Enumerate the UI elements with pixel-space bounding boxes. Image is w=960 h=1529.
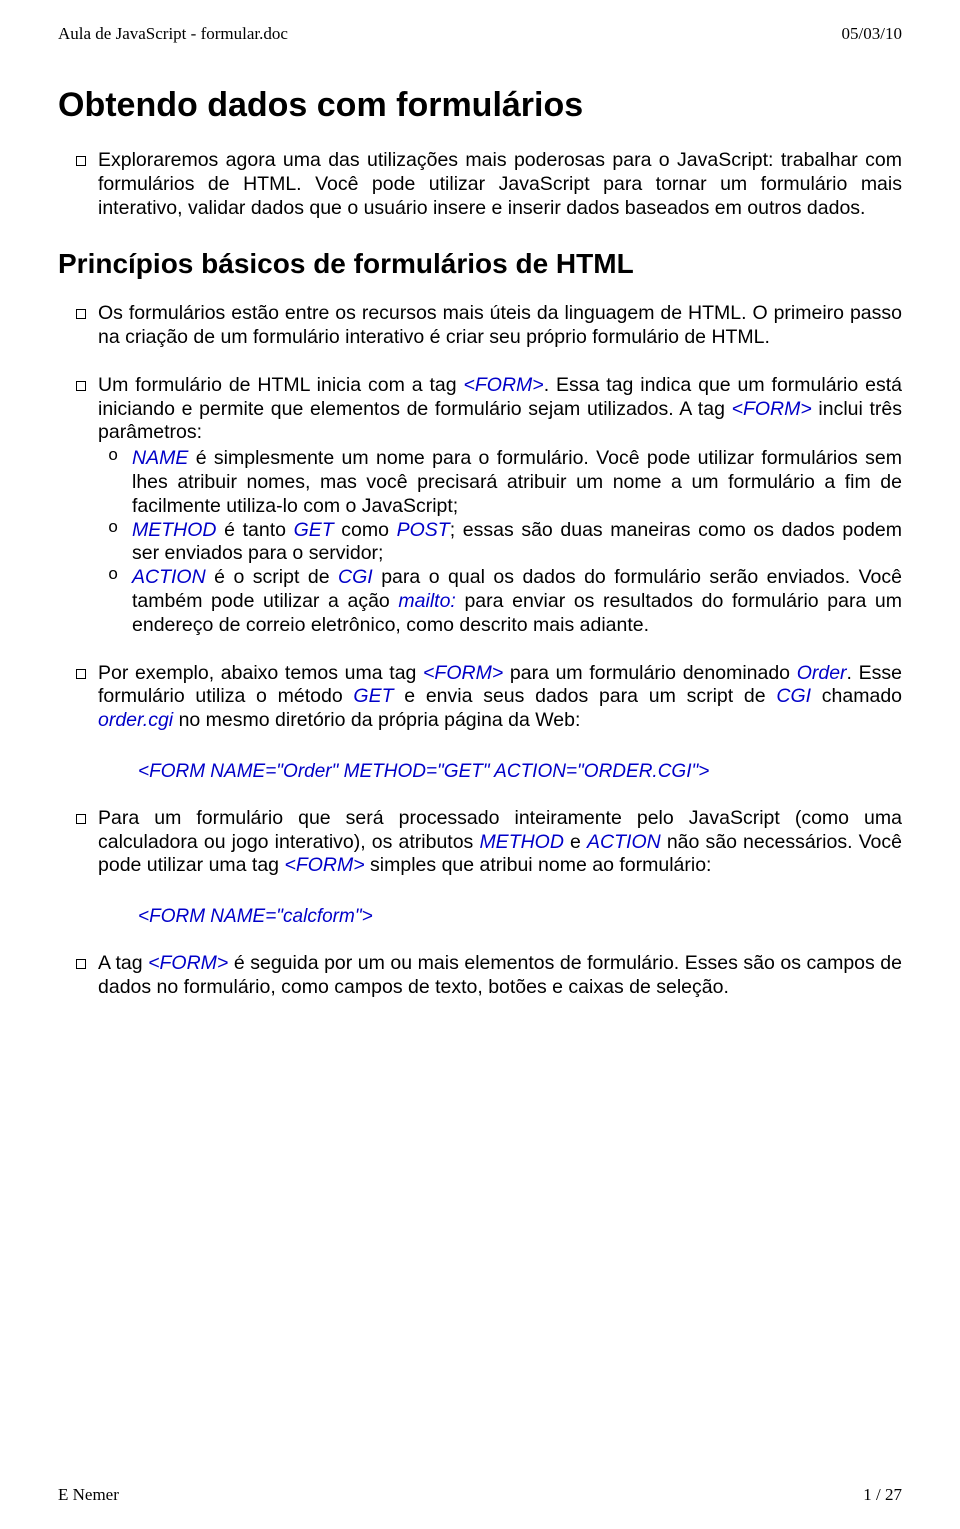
form-tag: <FORM> <box>464 374 544 396</box>
footer-right: 1 / 27 <box>863 1485 902 1505</box>
sub-item-name: NAME é simplesmente um nome para o formu… <box>98 447 902 518</box>
keyword-method: METHOD <box>479 831 564 853</box>
keyword-name: NAME <box>132 447 188 469</box>
keyword-mailto: mailto: <box>398 590 455 612</box>
form-tag: <FORM> <box>732 398 812 420</box>
text: para um formulário denominado <box>503 662 796 684</box>
page-header: Aula de JavaScript - formular.doc 05/03/… <box>58 24 902 44</box>
text: é simplesmente um nome para o formulário… <box>132 447 902 517</box>
bullet-3: Por exemplo, abaixo temos uma tag <FORM>… <box>58 662 902 733</box>
text: no mesmo diretório da própria página da … <box>173 709 580 731</box>
body-list-3: A tag <FORM> é seguida por um ou mais el… <box>58 952 902 1000</box>
keyword-ordercgi: order.cgi <box>98 709 173 731</box>
body-list-2: Para um formulário que será processado i… <box>58 807 902 878</box>
intro-list: Exploraremos agora uma das utilizações m… <box>58 149 902 220</box>
bullet-5: A tag <FORM> é seguida por um ou mais el… <box>58 952 902 1000</box>
header-right: 05/03/10 <box>842 24 902 44</box>
keyword-post: POST <box>397 519 450 541</box>
keyword-order: Order <box>797 662 847 684</box>
body-list-1: Os formulários estão entre os recursos m… <box>58 302 902 733</box>
form-tag: <FORM> <box>423 662 503 684</box>
text: é tanto <box>217 519 294 541</box>
text: simples que atribui nome ao formulário: <box>365 854 712 876</box>
keyword-cgi: CGI <box>776 685 811 707</box>
sub-list: NAME é simplesmente um nome para o formu… <box>98 447 902 637</box>
code-example-1: <FORM NAME="Order" METHOD="GET" ACTION="… <box>138 761 902 783</box>
heading-2: Princípios básicos de formulários de HTM… <box>58 248 902 280</box>
heading-1: Obtendo dados com formulários <box>58 86 902 125</box>
page-footer: E Nemer 1 / 27 <box>58 1485 902 1505</box>
footer-left: E Nemer <box>58 1485 119 1505</box>
keyword-action: ACTION <box>587 831 661 853</box>
text: e envia seus dados para um script de <box>394 685 777 707</box>
header-left: Aula de JavaScript - formular.doc <box>58 24 288 44</box>
form-tag: <FORM> <box>148 952 228 974</box>
text: como <box>334 519 397 541</box>
text: Um formulário de HTML inicia com a tag <box>98 374 464 396</box>
bullet-4: Para um formulário que será processado i… <box>58 807 902 878</box>
code-example-2: <FORM NAME="calcform"> <box>138 906 902 928</box>
bullet-1: Os formulários estão entre os recursos m… <box>58 302 902 350</box>
text: chamado <box>811 685 902 707</box>
text: é o script de <box>206 566 338 588</box>
sub-item-action: ACTION é o script de CGI para o qual os … <box>98 566 902 637</box>
text: e <box>564 831 587 853</box>
keyword-action: ACTION <box>132 566 206 588</box>
sub-item-method: METHOD é tanto GET como POST; essas são … <box>98 519 902 567</box>
form-tag: <FORM> <box>284 854 364 876</box>
keyword-get: GET <box>353 685 393 707</box>
bullet-2: Um formulário de HTML inicia com a tag <… <box>58 374 902 638</box>
keyword-get: GET <box>294 519 334 541</box>
text: Por exemplo, abaixo temos uma tag <box>98 662 423 684</box>
text: A tag <box>98 952 148 974</box>
keyword-method: METHOD <box>132 519 217 541</box>
document-page: Aula de JavaScript - formular.doc 05/03/… <box>0 0 960 1529</box>
intro-item: Exploraremos agora uma das utilizações m… <box>58 149 902 220</box>
keyword-cgi: CGI <box>338 566 373 588</box>
